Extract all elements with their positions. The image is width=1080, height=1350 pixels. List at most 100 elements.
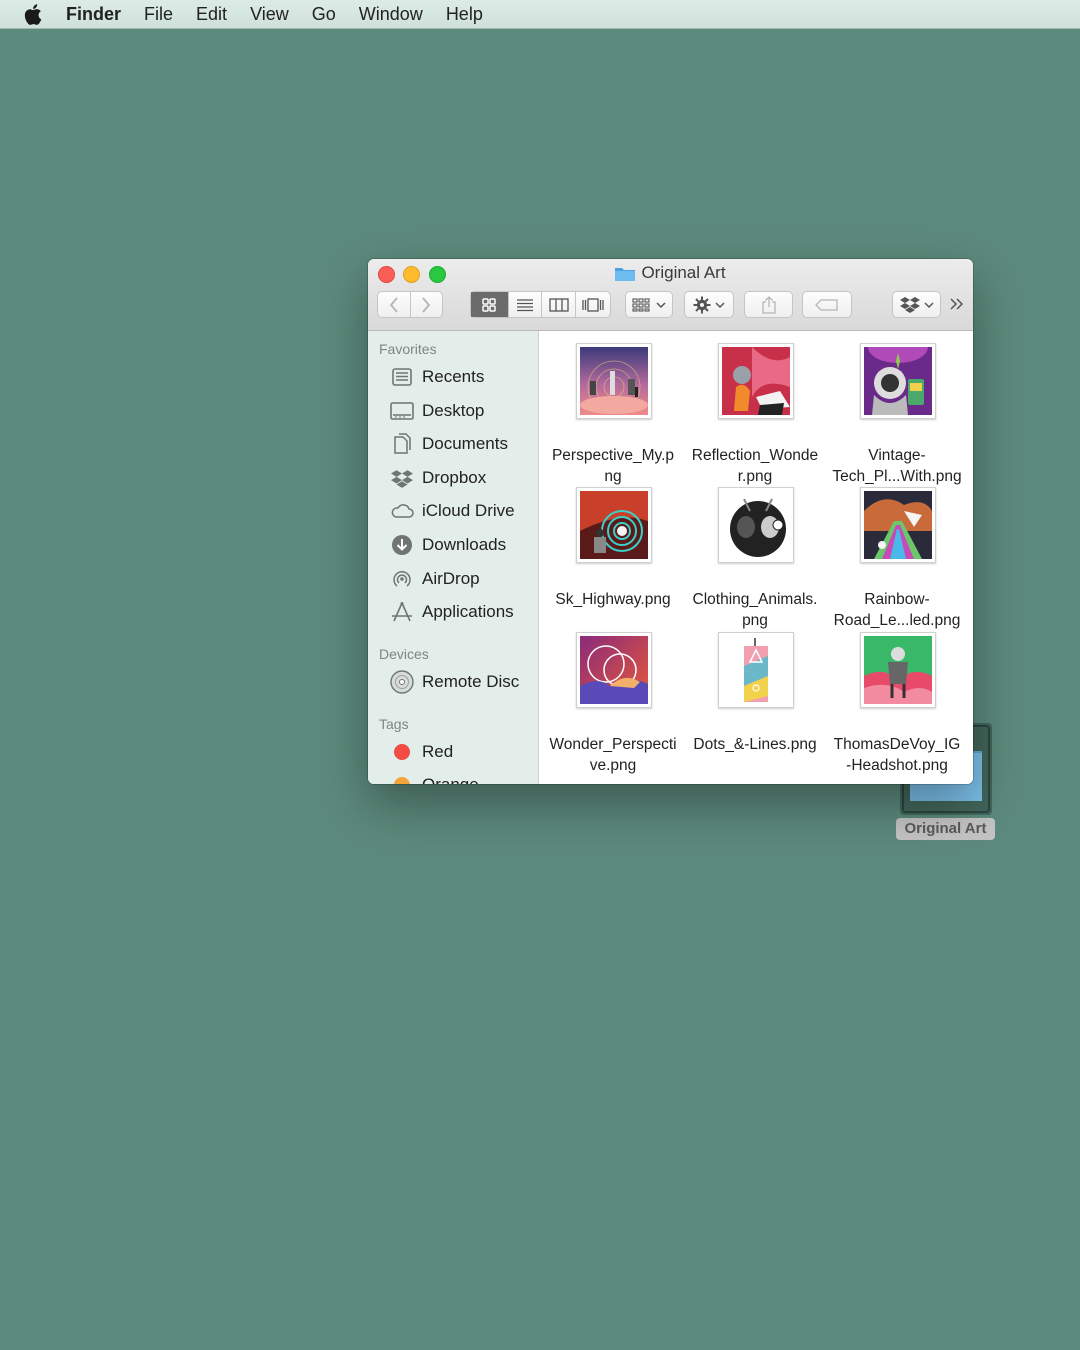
sidebar-tag-orange[interactable]: Orange xyxy=(390,772,479,784)
file-thumbnail xyxy=(860,487,936,563)
red-dot-icon xyxy=(394,744,410,760)
menu-help[interactable]: Help xyxy=(446,4,483,25)
chevron-left-icon xyxy=(389,296,398,313)
menu-go[interactable]: Go xyxy=(312,4,336,25)
columns-icon xyxy=(549,297,569,312)
action-button[interactable] xyxy=(684,291,734,318)
sidebar-item-downloads[interactable]: Downloads xyxy=(390,532,506,558)
title-bar[interactable]: Original Art xyxy=(368,259,973,331)
file-thumbnail xyxy=(860,632,936,708)
file-name: Clothing_Animals.png xyxy=(684,589,826,631)
finder-window: Original Art Favorites Recents Desktop D… xyxy=(368,259,973,784)
sidebar-item-dropbox[interactable]: Dropbox xyxy=(390,465,486,491)
sidebar-item-label: AirDrop xyxy=(422,569,480,588)
apple-icon[interactable] xyxy=(22,3,44,25)
sidebar: Favorites Recents Desktop Documents Drop… xyxy=(368,331,539,784)
file-name-line: Dots_&-Lines.png xyxy=(693,736,817,753)
file-name: Wonder_Perspecti ve.png xyxy=(542,734,684,776)
dropbox-toolbar-button[interactable] xyxy=(892,291,941,318)
sidebar-item-label: iCloud Drive xyxy=(422,501,515,520)
sidebar-item-label: Documents xyxy=(422,434,508,453)
menu-window[interactable]: Window xyxy=(359,4,423,25)
chevron-down-icon xyxy=(923,301,934,308)
sidebar-item-label: Red xyxy=(422,742,454,761)
arrange-icon xyxy=(632,297,650,312)
file-name-line: Sk_Highway.png xyxy=(555,591,671,608)
file-name-line: -Headshot.png xyxy=(846,757,948,774)
file-name-line: png xyxy=(742,612,768,629)
group-by-button[interactable] xyxy=(625,291,673,318)
file-name-line: r.png xyxy=(737,468,773,485)
sidebar-item-airdrop[interactable]: AirDrop xyxy=(390,566,480,592)
menu-app-finder[interactable]: Finder xyxy=(66,4,121,25)
dropbox-icon xyxy=(390,466,414,490)
sidebar-item-applications[interactable]: Applications xyxy=(390,599,514,625)
file-name-line: Tech_Pl...With.png xyxy=(832,468,962,485)
recents-icon xyxy=(390,365,414,389)
orange-dot-icon xyxy=(394,777,410,784)
grid-icon xyxy=(482,297,497,312)
window-title-text: Original Art xyxy=(641,263,726,282)
list-view-button[interactable] xyxy=(509,292,543,317)
sidebar-item-label: Applications xyxy=(422,602,514,621)
window-title: Original Art xyxy=(368,263,973,283)
sidebar-item-documents[interactable]: Documents xyxy=(390,431,508,457)
nav-buttons xyxy=(377,291,443,318)
sidebar-item-icloud-drive[interactable]: iCloud Drive xyxy=(390,498,515,524)
sidebar-item-label: Remote Disc xyxy=(422,672,520,691)
folder-icon xyxy=(615,267,636,281)
file-thumbnail xyxy=(576,343,652,419)
file-name-line: Road_Le...led.png xyxy=(833,612,961,629)
share-icon xyxy=(761,295,776,314)
tag-dot-orange xyxy=(390,773,414,784)
share-button[interactable] xyxy=(744,291,793,318)
file-thumbnail xyxy=(860,343,936,419)
file-name-line: Vintage- xyxy=(868,447,926,464)
file-name: ThomasDeVoy_IG -Headshot.png xyxy=(826,734,968,776)
chevron-down-icon xyxy=(715,301,725,308)
column-view-button[interactable] xyxy=(542,292,577,317)
file-thumbnail xyxy=(718,632,794,708)
sidebar-item-label: Dropbox xyxy=(422,468,487,487)
chevron-right-icon xyxy=(422,296,431,313)
desktop-folder-label[interactable]: Original Art xyxy=(896,818,995,840)
file-name-line: ThomasDeVoy_IG xyxy=(833,736,961,753)
file-name-line: Reflection_Wonde xyxy=(691,447,819,464)
file-name: Reflection_Wonde r.png xyxy=(684,445,826,487)
toolbar-overflow-button[interactable] xyxy=(949,297,965,316)
desktop-icon xyxy=(390,399,414,423)
dropbox-icon xyxy=(899,297,920,313)
icon-view-button[interactable] xyxy=(471,292,509,317)
file-thumbnail xyxy=(718,487,794,563)
forward-button[interactable] xyxy=(411,292,443,317)
sidebar-tag-red[interactable]: Red xyxy=(390,739,453,765)
favorites-header: Favorites xyxy=(379,341,437,357)
sidebar-item-label: Orange xyxy=(422,775,479,784)
file-thumbnail xyxy=(718,343,794,419)
sidebar-item-remote-disc[interactable]: Remote Disc xyxy=(390,669,519,695)
file-name: Vintage- Tech_Pl...With.png xyxy=(826,445,968,487)
sidebar-item-recents[interactable]: Recents xyxy=(390,364,484,390)
back-button[interactable] xyxy=(378,292,411,317)
menu-view[interactable]: View xyxy=(250,4,289,25)
gallery-view-button[interactable] xyxy=(576,292,610,317)
sidebar-item-desktop[interactable]: Desktop xyxy=(390,398,484,424)
devices-header: Devices xyxy=(379,646,429,662)
double-chevron-right-icon xyxy=(950,298,964,310)
file-name-line: Clothing_Animals. xyxy=(692,591,818,608)
file-name: Sk_Highway.png xyxy=(542,589,684,610)
menu-edit[interactable]: Edit xyxy=(196,4,227,25)
file-thumbnail xyxy=(576,487,652,563)
file-name-line: Perspective_My.p xyxy=(551,447,675,464)
file-name-line: Wonder_Perspecti xyxy=(549,736,677,753)
applications-icon xyxy=(390,600,414,624)
file-name: Rainbow- Road_Le...led.png xyxy=(826,589,968,631)
tag-button[interactable] xyxy=(802,291,852,318)
menu-file[interactable]: File xyxy=(144,4,173,25)
file-grid: Perspective_My.p ng Reflection_Wonde r.png… xyxy=(539,331,973,784)
disc-icon xyxy=(390,670,414,694)
downloads-icon xyxy=(390,533,414,557)
tags-header: Tags xyxy=(379,716,409,732)
list-icon xyxy=(517,298,534,311)
file-name: Perspective_My.p ng xyxy=(542,445,684,487)
